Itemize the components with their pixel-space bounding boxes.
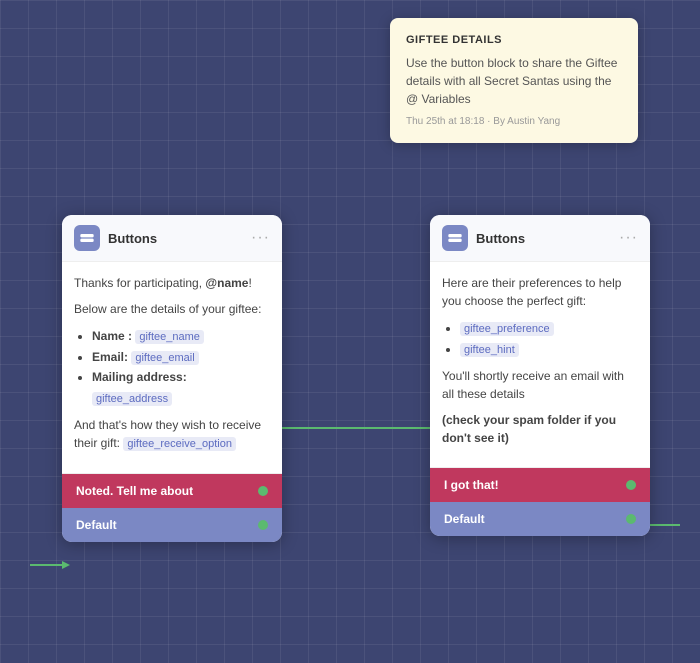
right-card-title: Buttons: [476, 231, 619, 246]
list-item-preference: giftee_preference: [460, 318, 638, 339]
left-card-header: Buttons ···: [62, 215, 282, 262]
var-receive-option: giftee_receive_option: [123, 437, 236, 451]
left-card-title: Buttons: [108, 231, 251, 246]
list-item-address: Mailing address: giftee_address: [92, 367, 270, 408]
right-secondary-button[interactable]: Default: [430, 502, 650, 536]
left-primary-button[interactable]: Noted. Tell me about: [62, 474, 282, 508]
right-para3: (check your spam folder if you don't see…: [442, 411, 638, 447]
right-para2: You'll shortly receive an email with all…: [442, 367, 638, 403]
right-para1: Here are their preferences to help you c…: [442, 274, 638, 310]
var-giftee-address: giftee_address: [92, 392, 172, 406]
var-giftee-email: giftee_email: [131, 351, 198, 365]
right-secondary-button-dot: [626, 514, 636, 524]
right-primary-button-dot: [626, 480, 636, 490]
left-card-menu-button[interactable]: ···: [251, 229, 270, 247]
left-giftee-list: Name : giftee_name Email: giftee_email M…: [74, 326, 270, 408]
left-primary-button-label: Noted. Tell me about: [76, 484, 193, 498]
left-card-body: Thanks for participating, @name! Below a…: [62, 262, 282, 473]
right-card-menu-button[interactable]: ···: [619, 229, 638, 247]
right-secondary-button-label: Default: [444, 512, 485, 526]
var-giftee-name: giftee_name: [135, 330, 204, 344]
buttons-svg-icon: [79, 230, 95, 246]
list-item-email: Email: giftee_email: [92, 347, 270, 368]
right-prefs-list: giftee_preference giftee_hint: [442, 318, 638, 359]
left-para2: Below are the details of your giftee:: [74, 300, 270, 318]
right-primary-button[interactable]: I got that!: [430, 468, 650, 502]
var-giftee-preference: giftee_preference: [460, 322, 554, 336]
left-buttons-icon: [74, 225, 100, 251]
left-buttons-card: Buttons ··· Thanks for participating, @n…: [62, 215, 282, 542]
right-buttons-card: Buttons ··· Here are their preferences t…: [430, 215, 650, 536]
left-para3: And that's how they wish to receive thei…: [74, 416, 270, 453]
left-primary-button-dot: [258, 486, 268, 496]
note-card: GIFTEE DETAILS Use the button block to s…: [390, 18, 638, 143]
list-item-name: Name : giftee_name: [92, 326, 270, 347]
right-buttons-icon: [442, 225, 468, 251]
left-secondary-button-dot: [258, 520, 268, 530]
var-giftee-hint: giftee_hint: [460, 343, 519, 357]
left-para1: Thanks for participating, @name!: [74, 274, 270, 292]
left-secondary-button[interactable]: Default: [62, 508, 282, 542]
left-secondary-button-label: Default: [76, 518, 117, 532]
right-card-buttons: I got that! Default: [430, 467, 650, 536]
note-card-meta: Thu 25th at 18:18 · By Austin Yang: [406, 116, 622, 127]
left-card-buttons: Noted. Tell me about Default: [62, 473, 282, 542]
note-card-body: Use the button block to share the Giftee…: [406, 54, 622, 108]
right-primary-button-label: I got that!: [444, 478, 499, 492]
right-card-body: Here are their preferences to help you c…: [430, 262, 650, 467]
right-card-header: Buttons ···: [430, 215, 650, 262]
list-item-hint: giftee_hint: [460, 339, 638, 360]
note-card-title: GIFTEE DETAILS: [406, 34, 622, 46]
right-buttons-svg-icon: [447, 230, 463, 246]
